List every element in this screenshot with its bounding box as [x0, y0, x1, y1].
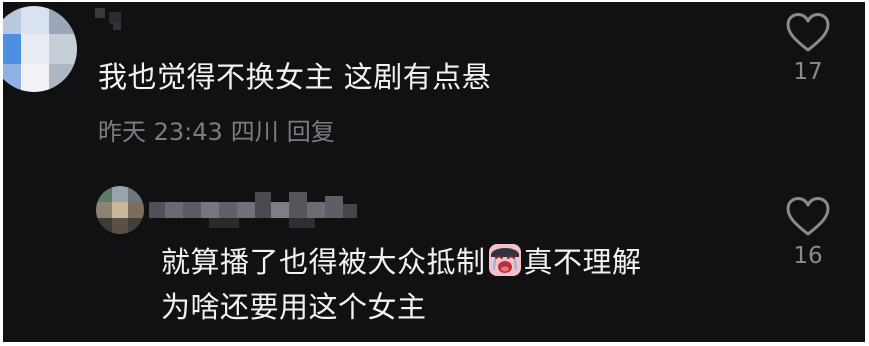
comment-2: 就算播了也得被大众抵制 真不理解 为啥还要用这个女主 16: [3, 172, 865, 342]
comment-time: 昨天 23:43: [98, 118, 223, 146]
comment-text-line-1: 就算播了也得被大众抵制 真不理解: [161, 242, 642, 282]
comment-1: 我也觉得不换女主 这剧有点悬 昨天 23:43 四川 回复 17: [3, 2, 865, 172]
comment-panel: 我也觉得不换女主 这剧有点悬 昨天 23:43 四川 回复 17 就算播了也得被…: [3, 2, 865, 342]
like-button[interactable]: 16: [778, 196, 838, 270]
comment-text-part: 就算播了也得被大众抵制: [161, 245, 486, 279]
comment-text-part: 真不理解: [523, 245, 642, 279]
crying-face-emoji: [488, 244, 521, 276]
comment-meta: 昨天 23:43 四川 回复: [98, 117, 343, 147]
user-avatar[interactable]: [3, 6, 77, 92]
reply-button[interactable]: 回复: [287, 118, 335, 146]
like-count: 17: [793, 59, 823, 85]
heart-icon: [786, 197, 830, 236]
comment-text: 我也觉得不换女主 这剧有点悬: [98, 60, 492, 94]
heart-icon: [786, 13, 830, 52]
comment-text-line-2: 为啥还要用这个女主: [161, 290, 427, 324]
like-count: 16: [793, 243, 823, 269]
comment-location: 四川: [230, 118, 279, 146]
like-button[interactable]: 17: [778, 12, 838, 86]
username-blurred[interactable]: [149, 192, 363, 230]
user-avatar[interactable]: [96, 186, 144, 234]
username-blurred[interactable]: [95, 8, 135, 32]
